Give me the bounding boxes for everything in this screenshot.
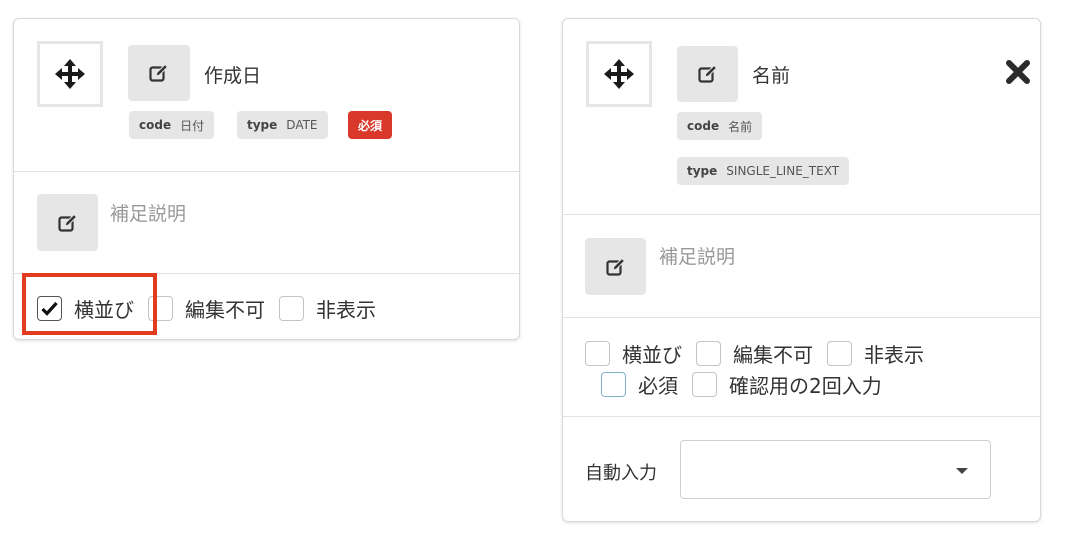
edit-icon (697, 64, 718, 83)
description-placeholder: 補足説明 (659, 246, 736, 268)
caret-down-icon (956, 468, 968, 474)
divider (563, 214, 1040, 215)
description-placeholder: 補足説明 (110, 203, 187, 225)
type-key: type (247, 118, 278, 132)
code-tag: code 名前 (677, 112, 763, 140)
code-value: 名前 (728, 119, 753, 134)
checkbox-confirm-input[interactable] (692, 372, 717, 397)
checkbox-label-hidden: 非表示 (864, 343, 924, 367)
divider (563, 317, 1040, 318)
checkbox-label-read-only: 編集不可 (185, 298, 265, 322)
edit-icon (605, 256, 626, 276)
auto-input-select[interactable] (680, 440, 991, 499)
field-card-name: 名前 code 名前 type SINGLE_LINE_TEXT 補足説明 横並… (562, 18, 1041, 522)
checkbox-horizontal[interactable] (585, 341, 610, 366)
type-key: type (687, 164, 718, 178)
divider (14, 171, 519, 172)
type-tag: type SINGLE_LINE_TEXT (677, 157, 850, 185)
required-badge: 必須 (348, 111, 393, 139)
options-row-2: 必須 確認用の2回入力 (601, 370, 896, 399)
checkbox-label-required: 必須 (638, 374, 678, 398)
field-title: 名前 (752, 65, 791, 87)
code-value: 日付 (180, 118, 205, 133)
edit-description-button[interactable] (585, 238, 646, 295)
checkbox-required[interactable] (601, 372, 626, 397)
edit-icon (149, 63, 169, 82)
move-handle[interactable] (37, 41, 103, 107)
divider (563, 416, 1040, 417)
code-tag: code 日付 (129, 111, 215, 139)
code-key: code (139, 118, 172, 132)
options-row-1: 横並び 編集不可 非表示 (585, 339, 938, 368)
type-tag: type DATE (237, 111, 328, 139)
highlight-box (22, 273, 157, 335)
checkbox-label-confirm-input: 確認用の2回入力 (729, 374, 882, 398)
checkbox-hidden[interactable] (279, 296, 304, 321)
checkbox-label-horizontal: 横並び (622, 343, 682, 367)
code-key: code (687, 119, 720, 133)
checkbox-label-read-only: 編集不可 (733, 343, 813, 367)
checkbox-hidden[interactable] (827, 341, 852, 366)
checkbox-label-hidden: 非表示 (316, 298, 376, 322)
edit-field-button[interactable] (128, 45, 190, 101)
move-arrows-icon (604, 59, 634, 89)
auto-input-label: 自動入力 (585, 463, 657, 484)
checkbox-read-only[interactable] (696, 341, 721, 366)
field-title: 作成日 (204, 65, 262, 87)
close-x-icon[interactable] (1006, 60, 1030, 88)
edit-icon (57, 212, 78, 232)
type-value: DATE (286, 118, 318, 132)
type-value: SINGLE_LINE_TEXT (726, 164, 840, 178)
move-handle[interactable] (586, 41, 652, 107)
edit-description-button[interactable] (37, 194, 98, 251)
edit-field-button[interactable] (677, 46, 738, 102)
move-arrows-icon (55, 59, 85, 89)
